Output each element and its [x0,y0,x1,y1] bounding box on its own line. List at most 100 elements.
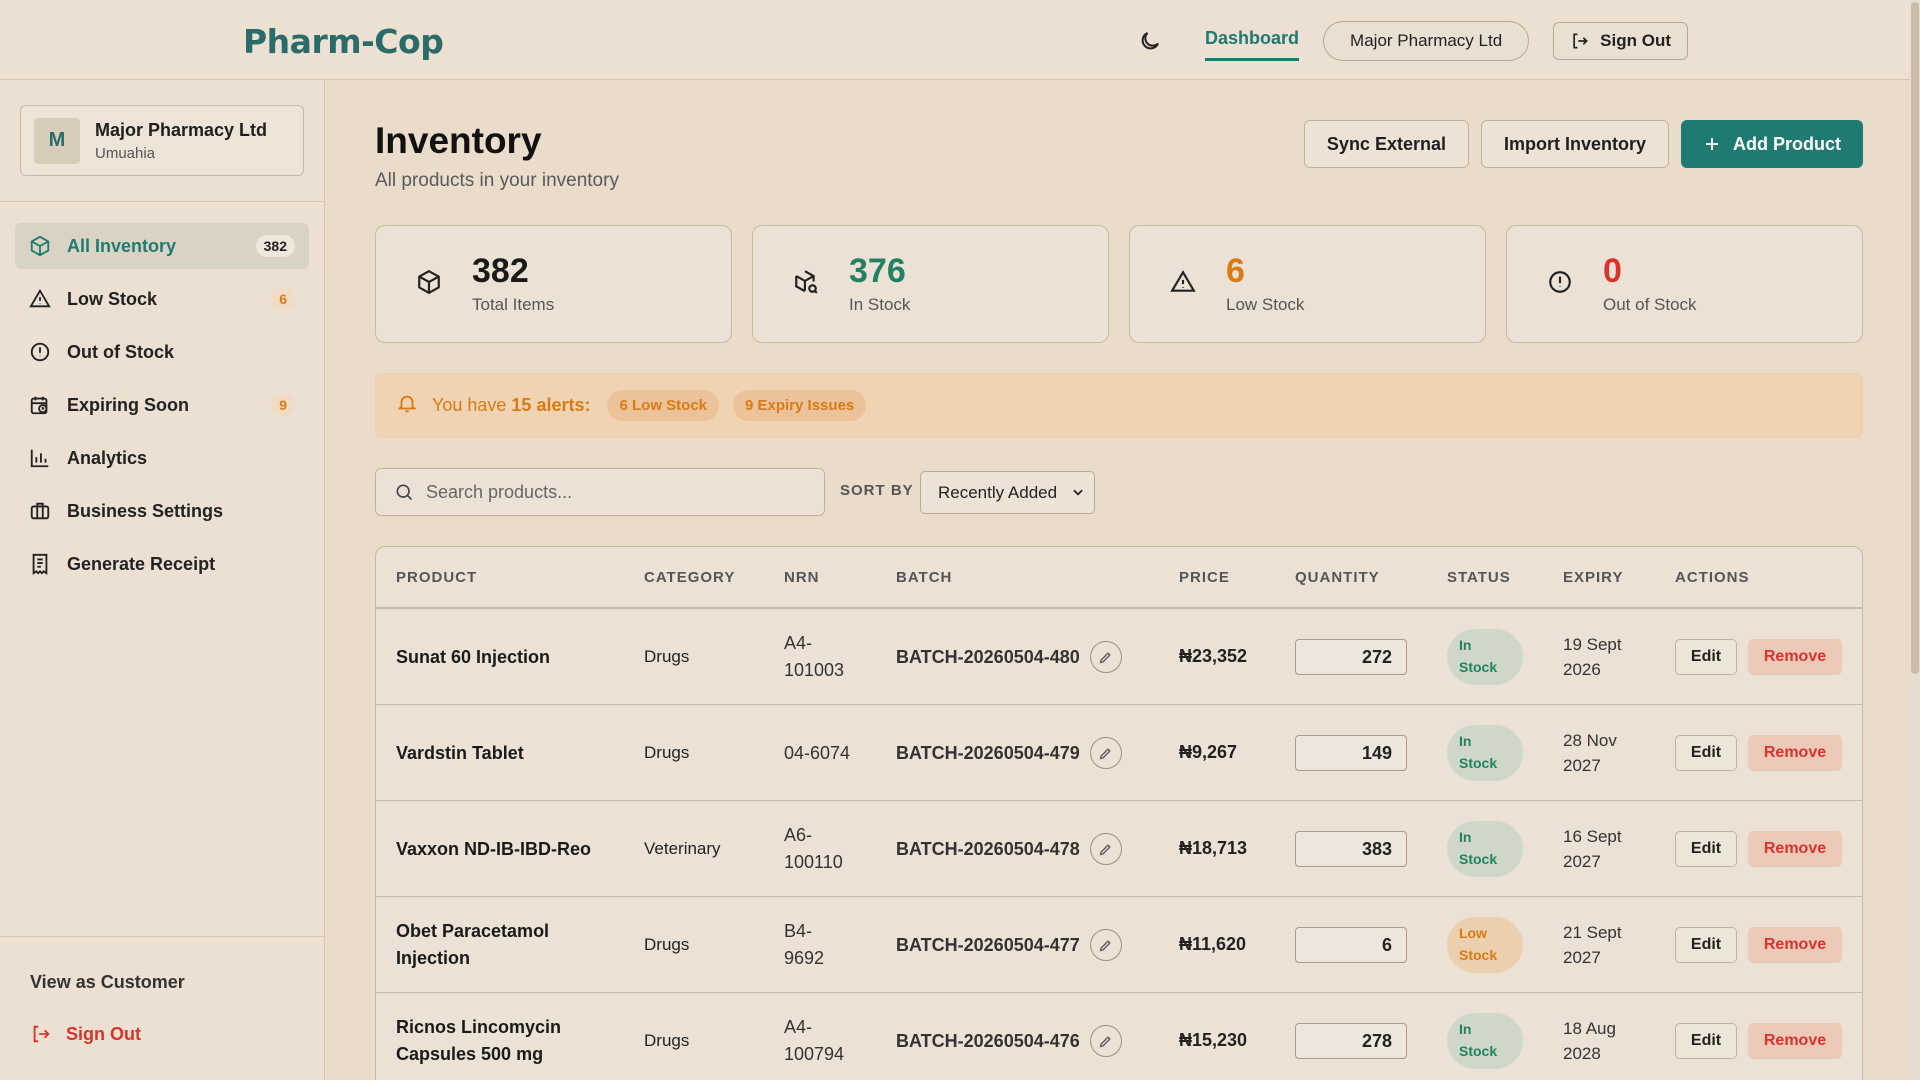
sidebar-item-all-inventory[interactable]: All Inventory 382 [15,223,309,269]
edit-button[interactable]: Edit [1675,735,1737,771]
sidebar-item-out-of-stock[interactable]: Out of Stock [15,329,309,375]
alert-chip-low-stock[interactable]: 6 Low Stock [607,390,720,421]
alert-prefix: You have [432,395,512,415]
sort-select[interactable]: Recently Added [920,471,1095,514]
stat-label: Total Items [472,294,555,314]
edit-batch-button[interactable] [1089,833,1122,865]
receipt-icon [29,552,53,576]
text-line: Stock [1459,659,1498,675]
column-header: STATUS [1447,569,1511,586]
sidebar-item-label: Expiring Soon [67,394,190,415]
top-sign-out-button[interactable]: Sign Out [1553,21,1688,60]
text-line: Vardstin Tablet [396,742,524,763]
product-price: ₦23,352 [1179,646,1248,666]
sidebar-item-label: Generate Receipt [67,553,216,574]
edit-batch-button[interactable] [1089,641,1122,673]
search-box [375,468,825,516]
column-header: ACTIONS [1675,569,1750,586]
app-logo[interactable]: Pharm-Cop [243,22,444,61]
text-line: A4- [784,633,813,653]
top-sign-out-label: Sign Out [1600,30,1671,50]
expiry-date: 28 Nov 2027 [1563,728,1617,778]
table-row: Ricnos Lincomycin Capsules 500 mg Drugs A4-… [376,993,1862,1080]
quantity-input[interactable]: 278 [1295,1023,1407,1059]
page-scrollbar[interactable] [1910,0,1920,1080]
org-pill-button[interactable]: Major Pharmacy Ltd [1323,20,1530,61]
remove-button[interactable]: Remove [1748,831,1842,867]
scrollbar-thumb[interactable] [1911,2,1919,674]
quantity-input[interactable]: 383 [1295,831,1407,867]
add-product-button[interactable]: Add Product [1681,120,1863,168]
divider [0,936,325,937]
search-input[interactable] [426,481,806,503]
edit-button[interactable]: Edit [1675,1023,1737,1059]
sidebar-item-generate-receipt[interactable]: Generate Receipt [15,541,309,587]
column-header: NRN [784,569,820,586]
remove-button[interactable]: Remove [1748,639,1842,675]
remove-button[interactable]: Remove [1748,1023,1842,1059]
view-as-customer-link[interactable]: View as Customer [30,972,185,993]
alert-circle-icon [1547,269,1573,300]
text-line: Stock [1459,755,1498,771]
pencil-icon [1099,651,1112,663]
column-header: PRICE [1179,569,1230,586]
stat-label: In Stock [849,294,911,314]
edit-button[interactable]: Edit [1675,639,1737,675]
status-badge: Low Stock [1447,917,1523,973]
edit-batch-button[interactable] [1089,1025,1122,1057]
text-line: Capsules 500 mg [396,1044,544,1064]
batch-number: BATCH-20260504-479 [896,742,1080,763]
table-row: Sunat 60 Injection Drugs A4- 101003 BATCH-20… [376,609,1862,705]
edit-batch-button[interactable] [1089,737,1122,769]
sidebar-sign-out-button[interactable]: Sign Out [30,1023,141,1045]
alert-circle-icon [29,340,53,364]
quantity-input[interactable]: 6 [1295,927,1407,963]
expiry-date: 18 Aug 2028 [1563,1016,1616,1066]
expiry-date: 16 Sept 2027 [1563,824,1622,874]
stat-in-stock: 376 In Stock [752,225,1109,343]
add-product-label: Add Product [1733,133,1841,154]
text-line: 2028 [1563,1044,1601,1063]
box-icon [416,269,442,300]
product-price: ₦11,620 [1179,934,1247,954]
sidebar-item-business-settings[interactable]: Business Settings [15,488,309,534]
top-nav: Dashboard Major Pharmacy Ltd Sign Out [1137,20,1688,61]
product-nrn: 04-6074 [784,740,850,767]
product-name: Ricnos Lincomycin Capsules 500 mg [396,1014,561,1068]
product-price: ₦15,230 [1179,1030,1248,1050]
sync-external-button[interactable]: Sync External [1303,120,1469,168]
nav-dashboard[interactable]: Dashboard [1205,20,1300,61]
edit-button[interactable]: Edit [1675,831,1737,867]
table-row: Obet Paracetamol Injection Drugs B4- 9692 BAT… [376,897,1862,993]
quantity-input[interactable]: 149 [1295,735,1407,771]
table-row: Vaxxon ND-IB-IBD-Reo Veterinary A6- 100110 B… [376,801,1862,897]
product-name: Vardstin Tablet [396,740,524,767]
org-card[interactable]: M Major Pharmacy Ltd Umuahia [20,105,304,176]
chevron-down-icon [1073,489,1083,496]
text-line: In [1459,733,1472,749]
text-line: 28 Nov [1563,731,1617,750]
edit-button[interactable]: Edit [1675,927,1737,963]
alert-chip-expiry[interactable]: 9 Expiry Issues [733,390,867,421]
remove-button[interactable]: Remove [1748,927,1842,963]
text-line: In [1459,637,1472,653]
import-inventory-button[interactable]: Import Inventory [1480,120,1669,168]
moon-icon [1141,31,1159,49]
count-badge: 6 [271,288,295,310]
sidebar-item-expiring-soon[interactable]: Expiring Soon 9 [15,382,309,428]
edit-batch-button[interactable] [1089,929,1122,961]
stat-value: 0 [1603,251,1622,290]
product-name: Obet Paracetamol Injection [396,918,549,972]
sidebar-item-analytics[interactable]: Analytics [15,435,309,481]
calendar-clock-icon [29,393,53,417]
sidebar-item-low-stock[interactable]: Low Stock 6 [15,276,309,322]
quantity-input[interactable]: 272 [1295,639,1407,675]
dark-mode-toggle[interactable] [1137,28,1163,54]
alerts-banner: You have 15 alerts: 6 Low Stock 9 Expiry… [375,373,1863,438]
text-line: Stock [1459,851,1498,867]
remove-button[interactable]: Remove [1748,735,1842,771]
sidebar-item-label: Business Settings [67,500,224,521]
text-line: 04-6074 [784,742,851,763]
product-name: Sunat 60 Injection [396,644,550,671]
alert-text: You have 15 alerts: [432,395,590,416]
